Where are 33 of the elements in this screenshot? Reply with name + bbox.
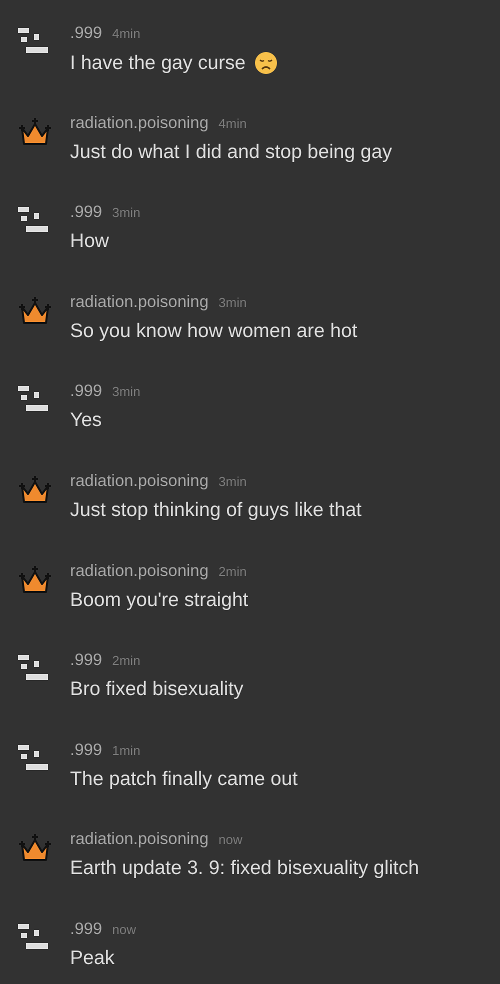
comment-text: So you know how women are hot [70,320,358,343]
timestamp: 2min [112,653,140,668]
comment-text: Yes [70,409,102,432]
timestamp: 1min [112,742,140,758]
comment-text: I have the gay curse [70,52,246,74]
timestamp: now [218,832,242,848]
timestamp: 2min [218,564,247,579]
username[interactable]: .999 [70,203,102,222]
timestamp: 3min [112,384,140,400]
comment-text: The patch finally came out [70,768,298,791]
timestamp: 4min [218,116,247,131]
comment-text: Earth update 3. 9: fixed bisexuality glitch [70,857,420,880]
timestamp: 3min [112,205,140,220]
timestamp: 3min [218,294,247,310]
comment-text: Bro fixed bisexuality [70,678,244,702]
timestamp: now [112,922,136,937]
username[interactable]: .999 [70,24,102,43]
username[interactable]: .999 [70,651,102,670]
username[interactable]: .999 [70,382,102,402]
username[interactable]: radiation.poisoning [70,114,209,133]
username[interactable]: radiation.poisoning [70,472,209,491]
comment-text: Boom you're straight [70,588,248,612]
timestamp: 4min [112,26,140,41]
comment-text: Just do what I did and stop being gay [70,140,392,164]
username[interactable]: radiation.poisoning [70,292,209,312]
comment-text: Just stop thinking of guys like that [70,498,362,522]
username[interactable]: .999 [70,920,102,939]
username[interactable]: radiation.poisoning [70,830,209,850]
username[interactable]: .999 [70,740,102,760]
comment-text: How [70,230,110,254]
timestamp: 3min [218,474,247,489]
comment-text: Peak [70,946,114,970]
username[interactable]: radiation.poisoning [70,562,209,581]
